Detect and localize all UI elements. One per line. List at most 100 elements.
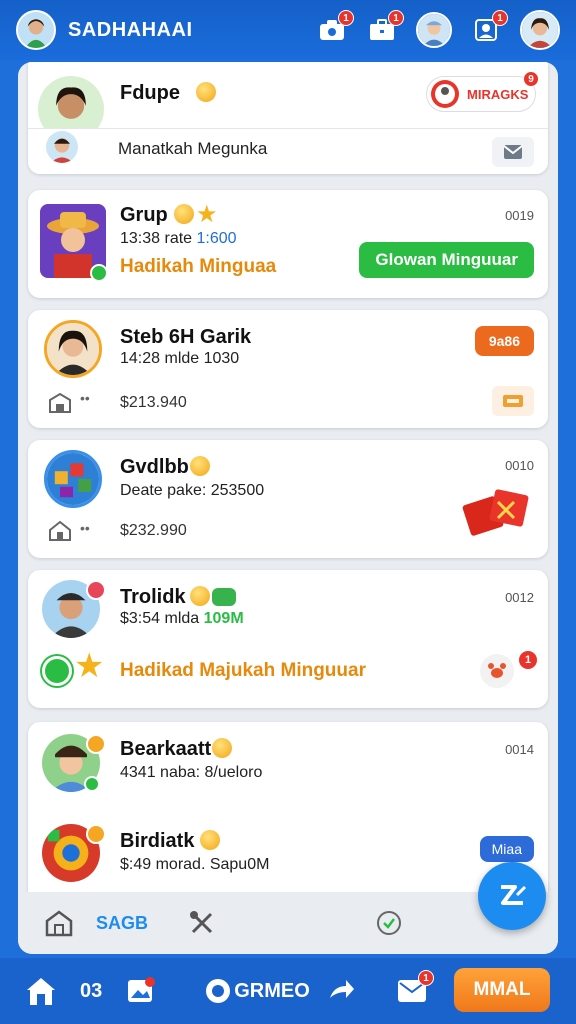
promo-text: Hadikad Majukah Minguuar [120,660,366,681]
card-time: 0012 [505,590,534,605]
more-dots: •• [80,520,90,536]
contact-avatar[interactable] [416,12,452,48]
action-button[interactable]: Glowan Minguuar [359,242,534,278]
home-icon [49,520,71,541]
person-avatar-image [522,12,558,48]
card-time: 0019 [505,208,534,223]
smile-icon [196,82,216,102]
check-circle-icon[interactable] [376,910,402,936]
card-name: Grup [120,204,168,226]
online-indicator [84,776,100,792]
mail-icon [503,145,523,159]
messages-button[interactable]: 1 [470,10,508,46]
card-subtitle: 14:28 mlde 1030 [120,350,240,367]
more-dots: •• [80,390,90,406]
gallery-icon[interactable] [126,976,156,1006]
card-subtitle: $3:54 mlda 109M [120,610,244,628]
nav-label-1[interactable]: 03 [80,980,102,1003]
feed-card[interactable]: Bearkaatt 0014 4341 naba: 8/ueloro Birdi… [28,722,548,892]
notification-badge: 1 [418,970,434,986]
coin-badge [86,824,106,844]
share-icon[interactable] [326,978,356,1004]
mail-chip[interactable] [492,137,534,167]
smile-icon [190,456,210,476]
notification-badge: 1 [338,10,354,26]
featured-name: Fdupe [120,82,180,104]
card-avatar[interactable] [44,450,102,508]
featured-subtitle: Manatkah Megunka [118,139,268,158]
inbox-button[interactable]: 1 [366,10,404,46]
compose-icon [501,885,527,905]
smile-icon [212,738,232,758]
notification-badge: 9 [523,71,539,87]
featured-card[interactable]: Fdupe MIRAGKS 9 Manatkah Megunka [28,62,548,174]
coin-badge [86,734,106,754]
subtitle-value: 1:600 [196,230,237,247]
crab-icon [488,663,506,678]
chat-icon [206,979,231,1003]
top-bar: SADHAHAAI 1 1 1 [0,0,576,60]
card-subtitle: 4341 naba: 8/ueloro [120,764,263,781]
online-indicator [90,264,108,282]
smile-icon [190,586,210,606]
card-avatar[interactable] [44,320,102,378]
camera-button[interactable]: 1 [316,10,354,46]
card-name: Birdiatk [120,830,195,852]
live-icon [431,80,459,108]
bottom-navigation: 03 GRMEO 1 MMAL [0,958,576,1024]
star-icon: ★ [196,201,218,228]
ticket-chip[interactable] [492,386,534,416]
green-circle-icon[interactable] [42,656,72,686]
featured-sub-row: Manatkah Megunka [28,128,548,174]
feed-card[interactable]: Steb 6H Garik 14:28 mlde 1030 9a86 •• $2… [28,310,548,428]
feed-card[interactable]: Grup ★ 0019 13:38 rate 1:600 Hadikah Min… [28,190,548,298]
notification-badge: 1 [518,650,538,670]
home-icon[interactable] [24,975,58,1007]
reaction-button[interactable] [480,654,514,688]
profile-avatar[interactable] [16,10,56,50]
person-avatar-image [418,14,450,46]
compose-fab[interactable] [478,862,546,930]
contact-avatar[interactable] [520,10,560,50]
subtitle-prefix: $3:54 mlda [120,610,200,627]
card-time: 0014 [505,742,534,757]
sub-navigation: SAGB [18,892,558,954]
money-icon [212,588,236,606]
subtitle-value: 109M [203,610,244,627]
subtitle-prefix: 13:38 rate [120,230,193,247]
card-subtitle: 13:38 rate 1:600 [120,230,237,248]
ticket-icon [503,395,523,407]
cards-icon[interactable] [462,488,540,540]
smile-icon [174,204,194,224]
status-button[interactable]: 9a86 [474,326,534,356]
card-name: Gvdlbb [120,456,189,478]
tag-button[interactable]: Miaa [479,836,534,862]
card-amount: $232.990 [120,522,187,539]
feed-card[interactable]: Gvdlbb 0010 Deate pake: 253500 •• $232.9… [28,440,548,558]
person-avatar-image [46,131,78,163]
store-icon [49,392,71,413]
card-subtitle: Deate pake: 253500 [120,482,265,499]
smile-icon [200,830,220,850]
nav-label-2-text: GRMEO [234,979,310,1002]
subnav-label[interactable]: SAGB [96,913,148,934]
home-icon[interactable] [44,909,74,937]
game-avatar-image [47,453,99,505]
tools-icon[interactable] [188,909,216,937]
card-time: 0010 [505,458,534,473]
nav-label-2[interactable]: GRMEO [204,977,310,1005]
card-name: Bearkaatt [120,738,212,760]
primary-cta-button[interactable]: MMAL [454,968,550,1012]
card-amount: $213.940 [120,394,187,411]
heart-badge [86,580,106,600]
live-badge[interactable]: MIRAGKS 9 [426,71,539,112]
feed-panel: Fdupe MIRAGKS 9 Manatkah Megunka Grup ★ … [18,62,558,954]
notification-badge: 1 [492,10,508,26]
small-avatar [46,131,78,163]
notifications-button[interactable]: 1 [396,970,434,1006]
notification-badge: 1 [388,10,404,26]
star-icon: ★ [74,647,105,685]
feed-card[interactable]: Trolidk 0012 $3:54 mlda 109M ★ Hadikad M… [28,570,548,708]
promo-text: Hadikah Minguaa [120,256,277,277]
card-name: Trolidk [120,586,186,608]
